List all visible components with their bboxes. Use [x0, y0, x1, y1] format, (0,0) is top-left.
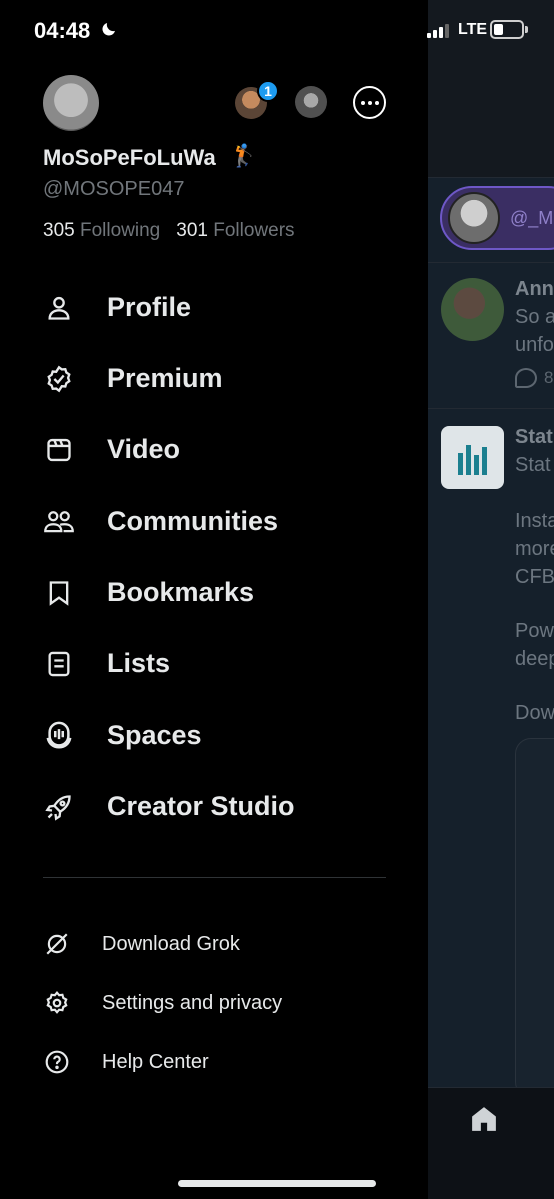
post-text-line: Stat	[515, 454, 551, 476]
home-indicator[interactable]	[178, 1180, 376, 1187]
followers-count: 301	[176, 220, 208, 241]
menu-item-settings-privacy[interactable]: Settings and privacy	[0, 978, 428, 1028]
verified-badge-icon	[43, 363, 75, 395]
followers-link[interactable]: 301 Followers	[176, 220, 294, 241]
user-handle[interactable]: @MOSOPE047	[43, 178, 184, 201]
bookmark-icon	[43, 577, 75, 609]
menu-divider	[43, 877, 386, 878]
help-icon	[43, 1048, 71, 1076]
signal-icon	[427, 22, 449, 38]
post-author-name: Stat	[515, 426, 553, 448]
list-icon	[43, 648, 75, 680]
post-author-name: Ann	[515, 278, 554, 300]
reply-icon[interactable]	[515, 368, 537, 388]
menu-item-premium[interactable]: Premium	[0, 343, 428, 414]
video-icon	[43, 434, 75, 466]
battery-cap	[525, 26, 528, 33]
menu-item-label: Creator Studio	[107, 791, 295, 821]
menu-item-bookmarks[interactable]: Bookmarks	[0, 557, 428, 628]
menu-item-label: Video	[107, 434, 181, 464]
feed-space-pill[interactable]: @_M	[440, 186, 554, 250]
following-count: 305	[43, 220, 75, 241]
gear-icon	[43, 989, 71, 1017]
post-author-avatar[interactable]	[441, 426, 504, 489]
menu-item-communities[interactable]: Communities	[0, 486, 428, 557]
following-link[interactable]: 305 Following	[43, 220, 160, 241]
grok-icon	[43, 930, 71, 958]
more-options-icon[interactable]	[353, 86, 386, 119]
spaces-icon	[43, 720, 75, 752]
menu-item-label: Help Center	[102, 1050, 209, 1073]
post-text-line: CFB	[515, 566, 554, 588]
follow-stats: 305 Following 301 Followers	[43, 220, 295, 242]
menu-item-spaces[interactable]: Spaces	[0, 700, 428, 771]
menu-item-label: Communities	[107, 506, 279, 536]
post-media-card[interactable]	[515, 738, 554, 1098]
post-text-line: So a	[515, 306, 554, 328]
post-text-line: Insta	[515, 510, 554, 532]
person-icon	[43, 292, 75, 324]
following-label: Following	[79, 220, 161, 241]
home-icon[interactable]	[469, 1104, 499, 1134]
space-pill-text: @_M	[510, 207, 554, 228]
switch-account-avatar[interactable]	[295, 86, 327, 118]
battery-icon	[490, 20, 524, 39]
reply-count: 8	[544, 368, 554, 387]
communities-icon	[43, 506, 75, 538]
menu-item-download-grok[interactable]: Download Grok	[0, 919, 428, 969]
network-type: LTE	[458, 21, 488, 38]
post-text-line: Pow	[515, 620, 554, 642]
menu-item-help-center[interactable]: Help Center	[0, 1037, 428, 1087]
followers-label: Followers	[213, 220, 295, 241]
name-emoji: 🏌️	[230, 143, 258, 168]
menu-item-label: Premium	[107, 363, 223, 393]
post-text-line: Dow	[515, 702, 554, 724]
display-name[interactable]: MoSoPeFoLuWa	[43, 145, 216, 171]
status-bar: 04:48 LTE	[0, 0, 554, 60]
feed-divider	[428, 408, 554, 409]
feed-divider	[428, 262, 554, 263]
notification-badge: 1	[257, 80, 279, 102]
menu-item-profile[interactable]: Profile	[0, 272, 428, 343]
menu-item-label: Bookmarks	[107, 577, 255, 607]
menu-item-label: Lists	[107, 648, 171, 678]
post-text-line: deep	[515, 648, 554, 670]
rocket-icon	[43, 791, 75, 823]
menu-item-lists[interactable]: Lists	[0, 628, 428, 699]
moon-icon	[102, 23, 115, 36]
menu-item-label: Download Grok	[102, 932, 240, 955]
navigation-drawer: 1 MoSoPeFoLuWa 🏌️ @MOSOPE047 305 Followi…	[0, 0, 428, 1199]
menu-item-label: Profile	[107, 292, 192, 322]
menu-item-label: Settings and privacy	[102, 991, 283, 1014]
post-text-line: unfo	[515, 334, 554, 356]
post-text-line: more	[515, 538, 554, 560]
menu-item-creator-studio[interactable]: Creator Studio	[0, 771, 428, 842]
profile-avatar[interactable]	[43, 75, 99, 131]
status-time: 04:48	[34, 18, 91, 43]
menu-item-label: Spaces	[107, 720, 202, 750]
space-host-avatar	[448, 192, 500, 244]
menu-item-video[interactable]: Video	[0, 414, 428, 485]
post-author-avatar[interactable]	[441, 278, 504, 341]
